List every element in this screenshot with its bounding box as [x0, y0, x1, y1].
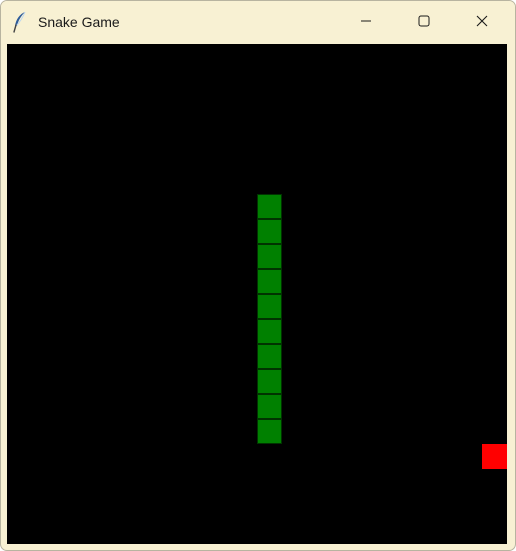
close-button[interactable]	[453, 1, 511, 44]
minimize-button[interactable]	[337, 1, 395, 44]
maximize-icon	[418, 14, 430, 32]
game-window: Snake Game	[0, 0, 516, 551]
title-bar[interactable]: Snake Game	[1, 1, 515, 44]
maximize-button[interactable]	[395, 1, 453, 44]
minimize-icon	[360, 14, 372, 32]
snake-segment	[257, 419, 282, 444]
snake-segment	[257, 369, 282, 394]
snake-segment	[257, 219, 282, 244]
window-title: Snake Game	[38, 14, 120, 30]
snake-segment	[257, 244, 282, 269]
snake-segment	[257, 344, 282, 369]
snake-segment	[257, 394, 282, 419]
close-icon	[476, 14, 488, 32]
game-canvas[interactable]	[7, 44, 507, 544]
snake-head	[257, 194, 282, 219]
snake-segment	[257, 319, 282, 344]
feather-icon	[12, 11, 28, 33]
snake-segment	[257, 269, 282, 294]
snake-segment	[257, 294, 282, 319]
food-item	[482, 444, 507, 469]
